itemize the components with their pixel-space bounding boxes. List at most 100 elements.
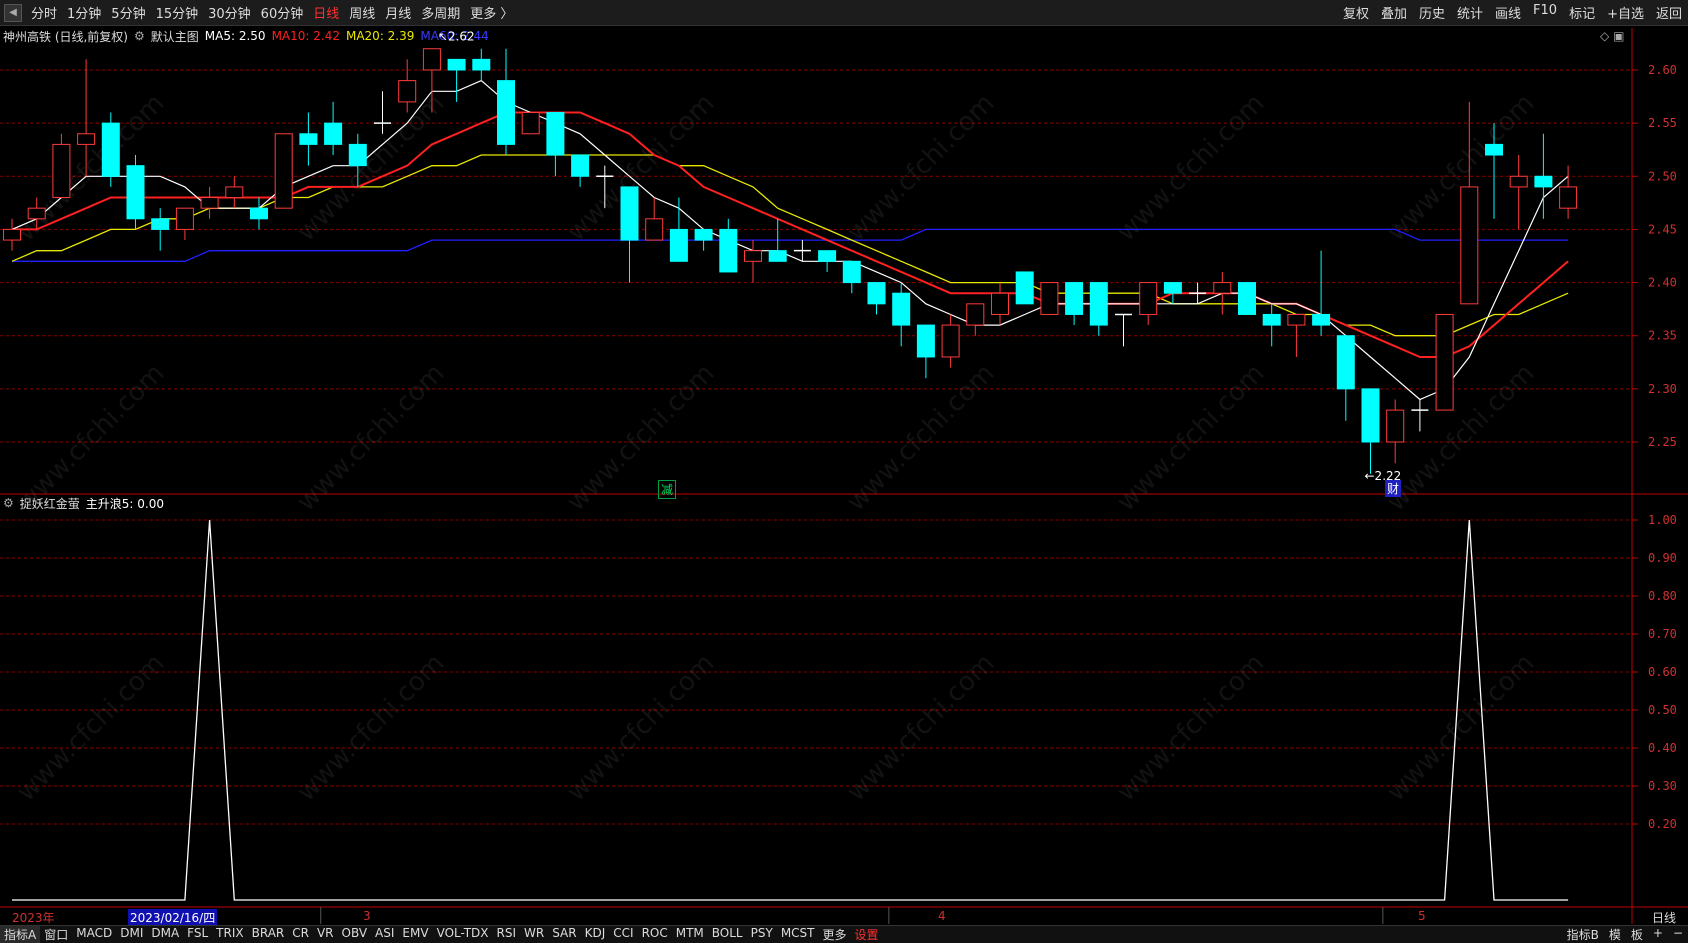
indicator-tab-9[interactable]: VR	[313, 926, 338, 943]
period-tab-7[interactable]: 周线	[344, 3, 380, 22]
indicator-tab-25[interactable]: 设置	[851, 926, 883, 943]
main-chart-label[interactable]: 默认主图	[151, 28, 199, 45]
indicator-tab-0[interactable]: 指标A	[0, 926, 41, 943]
candle-body-down	[1312, 313, 1331, 326]
settings-gear-icon[interactable]: ⚙	[134, 29, 145, 43]
period-tab-0[interactable]: 分时	[26, 3, 62, 22]
indicator-tab-16[interactable]: SAR	[548, 926, 580, 943]
candle-body-down	[472, 58, 491, 71]
candle-body-down	[1163, 282, 1182, 294]
indicator-tab-1[interactable]: 窗口	[40, 926, 72, 943]
indicator-tab-8[interactable]: CR	[288, 926, 313, 943]
main-info-line: 神州高铁 (日线,前复权) ⚙ 默认主图 MA5: 2.50 MA10: 2.4…	[3, 27, 495, 45]
toolbar-button-0[interactable]: 复权	[1337, 3, 1375, 22]
period-tab-3[interactable]: 15分钟	[151, 3, 204, 22]
toolbar-right-buttons: 复权 叠加 历史 统计 画线 F10 标记 +自选 返回	[1337, 3, 1688, 22]
candle-body-up	[1213, 282, 1232, 294]
indicator-tab-17[interactable]: KDJ	[581, 926, 610, 943]
candle-body-up	[1139, 282, 1158, 315]
candle-body-up	[1040, 282, 1059, 315]
period-indicator-button[interactable]: 日线	[1640, 909, 1688, 925]
candle-body-down	[1065, 282, 1084, 315]
indicator-tab-3[interactable]: DMI	[116, 926, 147, 943]
watermark-text: www.cfchi.com	[841, 88, 1000, 247]
tab-right-item-2[interactable]: 板	[1626, 926, 1648, 943]
period-tab-10[interactable]: 更多 〉	[465, 3, 518, 22]
watermark-text: www.cfchi.com	[561, 648, 720, 807]
indicator-tab-10[interactable]: OBV	[338, 926, 372, 943]
chart-canvas[interactable]: 2.60 2.55 2.50 2.45 2.40 2.35 2.30 2.25 1.00 0.90…	[0, 0, 1688, 943]
main-y-label: 2.40	[1648, 276, 1677, 290]
period-tab-5[interactable]: 60分钟	[256, 3, 309, 22]
period-tab-8[interactable]: 月线	[380, 3, 416, 22]
period-tab-2[interactable]: 5分钟	[106, 3, 150, 22]
indicator-tab-5[interactable]: FSL	[183, 926, 212, 943]
toolbar-button-3[interactable]: 统计	[1451, 3, 1489, 22]
period-tab-9[interactable]: 多周期	[416, 3, 465, 22]
watermark-text: www.cfchi.com	[561, 88, 720, 247]
indicator-tab-23[interactable]: MCST	[777, 926, 819, 943]
indicator-tab-21[interactable]: BOLL	[708, 926, 747, 943]
indicator-info-line: ⚙ 捉妖红金萤 主升浪5: 0.00	[3, 494, 170, 512]
indicator-tab-22[interactable]: PSY	[747, 926, 777, 943]
candle-body-down	[1262, 313, 1281, 326]
watermark-text: www.cfchi.com	[841, 358, 1000, 517]
toolbar-button-2[interactable]: 历史	[1413, 3, 1451, 22]
ind-y-label: 1.00	[1648, 513, 1677, 527]
tab-right-item-1[interactable]: 模	[1604, 926, 1626, 943]
top-toolbar: ◀ 分时 1分钟 5分钟 15分钟 30分钟 60分钟 日线 周线 月线 多周期 更多 〉 复权 叠加…	[0, 0, 1688, 26]
toolbar-button-1[interactable]: 叠加	[1375, 3, 1413, 22]
watermark-text: www.cfchi.com	[1381, 358, 1540, 517]
indicator-tab-20[interactable]: MTM	[672, 926, 708, 943]
candle-body-down	[1534, 175, 1553, 188]
candle-body-down	[768, 250, 787, 262]
tab-right-item-0[interactable]: 指标B	[1562, 926, 1604, 943]
tab-right-item-3[interactable]: +	[1648, 926, 1668, 943]
candle-body-up	[744, 250, 762, 262]
indicator-tab-15[interactable]: WR	[520, 926, 548, 943]
diamond-icon[interactable]: ◇	[1600, 29, 1609, 43]
candle-body-down	[571, 154, 590, 177]
main-y-label: 2.35	[1648, 329, 1677, 343]
signal-tag-cai: 财	[1385, 480, 1402, 497]
main-y-label: 2.50	[1648, 169, 1677, 183]
indicator-tab-13[interactable]: VOL-TDX	[433, 926, 493, 943]
period-tab-1[interactable]: 1分钟	[62, 3, 106, 22]
indicator-tab-14[interactable]: RSI	[493, 926, 521, 943]
indicator-tab-4[interactable]: DMA	[147, 926, 183, 943]
candle-body-down	[447, 58, 466, 71]
cursor-date: 2023/02/16/四	[128, 909, 218, 926]
period-tab-6[interactable]: 日线	[308, 3, 344, 22]
indicator-tab-19[interactable]: ROC	[638, 926, 672, 943]
candle-body-down	[842, 260, 861, 284]
panel-controls: ◇ ▣	[1600, 29, 1624, 43]
indicator-tab-7[interactable]: BRAR	[248, 926, 289, 943]
watermark-text: www.cfchi.com	[841, 648, 1000, 807]
watermark-text: www.cfchi.com	[1381, 648, 1540, 807]
indicator-settings-gear-icon[interactable]: ⚙	[3, 496, 14, 510]
toolbar-button-4[interactable]: 画线	[1489, 3, 1527, 22]
indicator-title[interactable]: 捉妖红金萤	[20, 495, 80, 512]
stock-title[interactable]: 神州高铁 (日线,前复权)	[3, 28, 128, 45]
toolbar-button-7[interactable]: +自选	[1601, 3, 1650, 22]
indicator-tab-6[interactable]: TRIX	[212, 926, 247, 943]
collapse-arrow-icon[interactable]: ◀	[4, 3, 22, 22]
indicator-tab-11[interactable]: ASI	[371, 926, 398, 943]
month-label-5: 5	[1418, 909, 1426, 923]
toolbar-button-6[interactable]: 标记	[1563, 3, 1601, 22]
main-y-label: 2.30	[1648, 382, 1677, 396]
candle-body-down	[126, 165, 145, 220]
candle-body-down	[1089, 282, 1108, 326]
date-axis: 2023年 2023/02/16/四 3 4 5	[0, 909, 1640, 926]
indicator-tab-24[interactable]: 更多	[819, 926, 851, 943]
period-tab-4[interactable]: 30分钟	[203, 3, 256, 22]
indicator-tab-18[interactable]: CCI	[609, 926, 637, 943]
indicator-tab-2[interactable]: MACD	[72, 926, 116, 943]
toolbar-button-8[interactable]: 返回	[1650, 3, 1688, 22]
watermark-text: www.cfchi.com	[11, 88, 170, 247]
toolbar-button-5[interactable]: F10	[1527, 3, 1563, 22]
indicator-tab-12[interactable]: EMV	[398, 926, 432, 943]
window-icon[interactable]: ▣	[1613, 29, 1624, 43]
candle-body-up	[645, 218, 664, 241]
tab-right-item-4[interactable]: −	[1668, 926, 1688, 943]
